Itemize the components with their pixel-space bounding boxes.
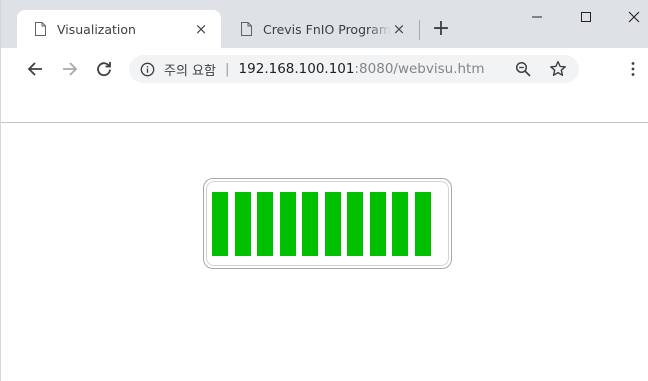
content-divider (1, 122, 648, 123)
tab-visualization[interactable]: Visualization × (17, 10, 221, 48)
level-bar (370, 192, 386, 256)
reload-icon (97, 62, 111, 77)
page-icon (35, 22, 46, 36)
page-icon (241, 22, 252, 36)
star-icon[interactable] (549, 60, 567, 78)
level-bar (392, 192, 408, 256)
info-icon[interactable] (140, 62, 155, 77)
minimize-button[interactable] (526, 8, 548, 26)
zoom-out-icon[interactable] (515, 61, 531, 77)
minimize-icon (532, 16, 542, 18)
reload-button[interactable] (92, 57, 116, 81)
level-bar (415, 192, 431, 256)
level-bar (212, 192, 228, 256)
tab-title: Visualization (57, 21, 136, 37)
close-icon (628, 11, 640, 23)
level-bar (257, 192, 273, 256)
new-tab-button[interactable]: + (431, 18, 451, 40)
tab-crevis-fnio[interactable]: Crevis FnIO Programming × (223, 10, 419, 48)
tab-strip: Visualization × Crevis FnIO Programming … (1, 0, 648, 48)
browser-window: Visualization × Crevis FnIO Programming … (0, 0, 648, 381)
tab-close-icon[interactable]: × (391, 21, 407, 37)
indicator-bars (212, 192, 442, 256)
security-label[interactable]: 주의 요함 (164, 60, 216, 79)
toolbar: 주의 요함 | 192.168.100.101:8080/webvisu.htm (1, 48, 648, 90)
back-button[interactable] (23, 57, 47, 81)
forward-button[interactable] (58, 57, 82, 81)
arrow-right-icon (63, 62, 78, 76)
close-window-button[interactable] (623, 8, 645, 26)
level-bar (325, 192, 341, 256)
tab-title: Crevis FnIO Programming (263, 21, 391, 37)
url-path: :8080/webvisu.htm (354, 61, 485, 77)
three-dots-icon[interactable] (625, 61, 641, 77)
maximize-button[interactable] (575, 8, 597, 26)
tab-close-icon[interactable]: × (193, 21, 209, 37)
level-bar (347, 192, 363, 256)
level-bar (235, 192, 251, 256)
address-bar[interactable]: 주의 요함 | 192.168.100.101:8080/webvisu.htm (129, 55, 579, 83)
arrow-left-icon (27, 62, 42, 76)
url-host: 192.168.100.101 (238, 61, 355, 77)
tab-separator (419, 20, 420, 40)
bar-level-indicator (203, 178, 452, 269)
level-bar (280, 192, 296, 256)
address-separator: | (224, 61, 230, 77)
level-bar (302, 192, 318, 256)
maximize-icon (581, 12, 591, 22)
